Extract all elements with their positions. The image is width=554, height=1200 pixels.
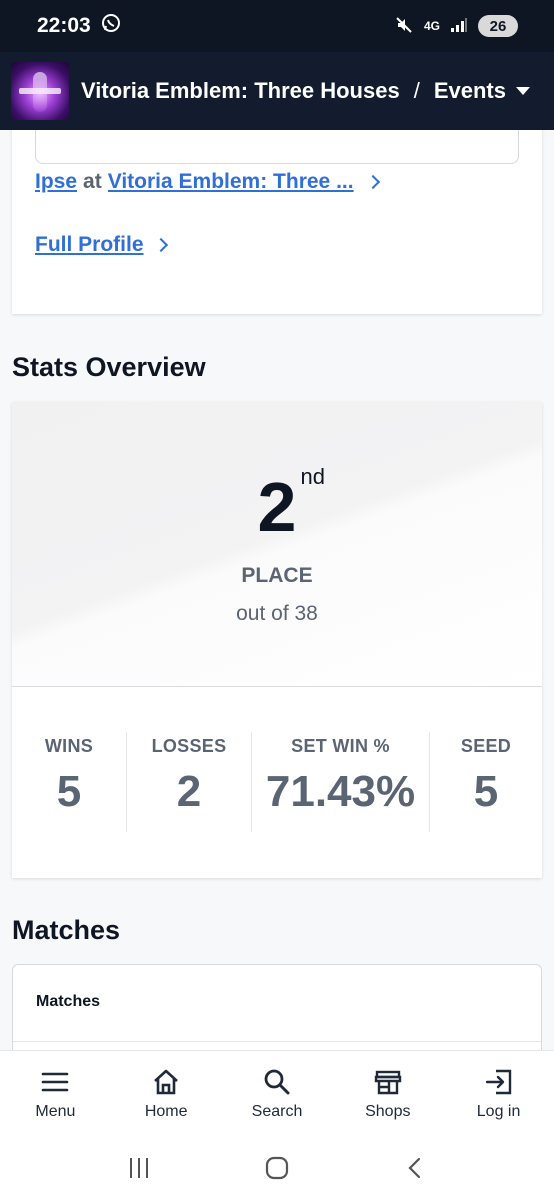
system-navigation: [0, 1136, 554, 1200]
event-link[interactable]: Vitoria Emblem: Three ...: [108, 170, 354, 194]
header-title[interactable]: Vitoria Emblem: Three Houses: [81, 78, 400, 104]
nav-label: Menu: [35, 1102, 76, 1120]
nav-search[interactable]: Search: [222, 1051, 333, 1136]
battery-level: 26: [489, 17, 507, 35]
status-time: 22:03: [37, 14, 91, 37]
header-separator: /: [413, 78, 420, 103]
profile-inner-box: [35, 130, 519, 164]
placement-suffix: nd: [300, 464, 325, 489]
signal-icon: [450, 17, 468, 36]
event-entrant-link-row: Ipse at Vitoria Emblem: Three ...: [35, 170, 380, 194]
status-bar: 22:03 4G 26: [0, 0, 554, 52]
placement-number: 2 nd: [258, 466, 325, 543]
nav-home[interactable]: Home: [111, 1051, 222, 1136]
stat-set-win-percent: SET WIN % 71.43%: [251, 732, 429, 832]
matches-card-title: Matches: [36, 993, 101, 1010]
stat-value: 5: [473, 767, 499, 816]
recent-apps-icon[interactable]: [119, 1148, 159, 1188]
stat-losses: LOSSES 2: [126, 732, 251, 832]
login-icon: [485, 1069, 511, 1094]
stat-label: SET WIN %: [291, 736, 390, 756]
placement-value: 2: [257, 468, 297, 546]
placement-panel: 2 nd PLACE out of 38: [12, 402, 542, 687]
nav-login[interactable]: Log in: [443, 1051, 554, 1136]
stat-label: SEED: [460, 736, 512, 756]
bottom-navigation: Menu Home Search Shops Log in: [0, 1050, 554, 1136]
nav-label: Home: [144, 1102, 188, 1120]
back-icon[interactable]: [395, 1148, 435, 1188]
player-link[interactable]: Ipse: [35, 170, 77, 194]
app-header: Vitoria Emblem: Three Houses / Events: [0, 52, 554, 130]
menu-icon: [42, 1072, 69, 1091]
shop-icon: [374, 1070, 401, 1094]
header-section-events[interactable]: Events: [434, 78, 506, 104]
stat-value: 71.43%: [265, 767, 416, 816]
full-profile-row: Full Profile: [35, 233, 168, 257]
matches-heading: Matches: [12, 915, 121, 945]
stat-value: 2: [176, 767, 202, 816]
mute-icon: [394, 15, 414, 38]
stats-card: 2 nd PLACE out of 38 WINS 5 LOSSES 2 SET…: [12, 402, 542, 878]
at-label: at: [83, 170, 102, 193]
chevron-down-icon[interactable]: [515, 87, 530, 95]
home-icon: [154, 1069, 179, 1094]
nav-label: Log in: [476, 1102, 521, 1120]
divider: [13, 1041, 541, 1042]
nav-label: Shops: [365, 1102, 411, 1120]
stat-label: LOSSES: [151, 736, 227, 756]
network-type: 4G: [423, 19, 440, 33]
battery-indicator: 26: [478, 15, 518, 37]
stats-row: WINS 5 LOSSES 2 SET WIN % 71.43% SEED 5: [12, 732, 542, 832]
placement-out-of: out of 38: [236, 602, 318, 625]
chevron-right-icon[interactable]: [153, 237, 168, 253]
page-content: Ipse at Vitoria Emblem: Three ... Full P…: [0, 130, 554, 1050]
whatsapp-icon: [101, 13, 121, 39]
search-icon: [264, 1069, 290, 1094]
nav-shops[interactable]: Shops: [332, 1051, 443, 1136]
home-button-icon[interactable]: [257, 1148, 297, 1188]
chevron-right-icon[interactable]: [365, 174, 380, 190]
stat-wins: WINS 5: [12, 732, 126, 832]
stat-label: WINS: [44, 736, 94, 756]
event-logo[interactable]: [11, 62, 69, 120]
stats-overview-heading: Stats Overview: [12, 352, 206, 382]
stat-seed: SEED 5: [429, 732, 542, 832]
full-profile-link[interactable]: Full Profile: [35, 233, 144, 257]
nav-label: Search: [251, 1102, 303, 1120]
matches-card: Matches: [12, 964, 542, 1050]
stat-value: 5: [56, 767, 82, 816]
nav-menu[interactable]: Menu: [0, 1051, 111, 1136]
profile-card: Ipse at Vitoria Emblem: Three ... Full P…: [12, 130, 542, 314]
placement-label: PLACE: [241, 564, 313, 587]
